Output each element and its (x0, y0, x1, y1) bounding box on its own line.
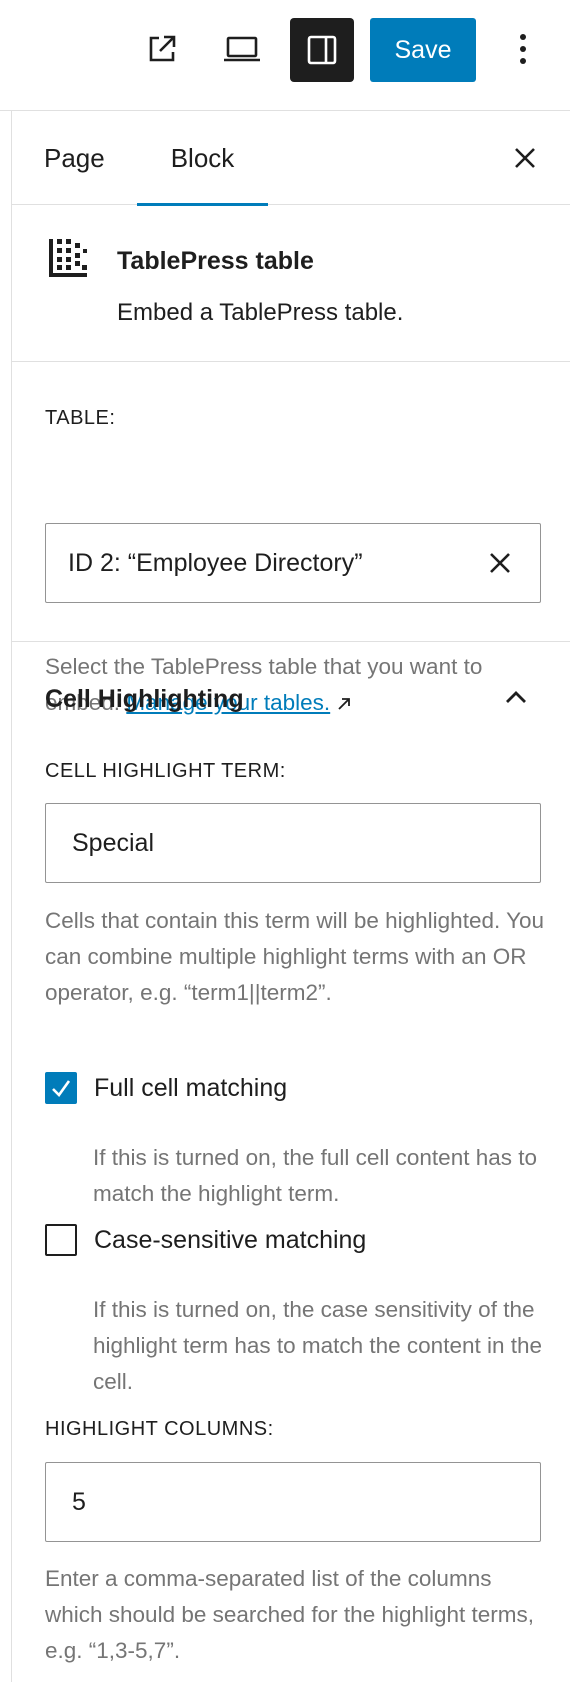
checkmark-icon (52, 1080, 71, 1098)
tablepress-icon (47, 237, 89, 279)
laptop-icon[interactable] (211, 18, 273, 80)
block-title: TablePress table (117, 247, 314, 275)
tab-page[interactable]: Page (44, 111, 105, 205)
case-sensitive-matching-label[interactable]: Case-sensitive matching (94, 1226, 366, 1255)
sidebar-icon[interactable] (290, 18, 354, 82)
cell-highlighting-panel: Cell Highlighting CELL HIGHLIGHT TERM: S… (12, 642, 570, 1682)
table-select-value: ID 2: “Employee Directory” (68, 548, 363, 577)
highlight-term-input[interactable]: Special (45, 803, 541, 883)
tab-block[interactable]: Block (137, 111, 268, 206)
save-button[interactable]: Save (370, 18, 476, 82)
external-link-icon[interactable] (131, 18, 193, 80)
case-sensitive-matching-checkbox[interactable] (45, 1224, 77, 1256)
table-select-field[interactable]: ID 2: “Employee Directory” (45, 523, 541, 603)
full-cell-matching-row[interactable]: Full cell matching (45, 1072, 287, 1104)
vertical-dots-icon[interactable] (493, 18, 553, 80)
block-card: TablePress table Embed a TablePress tabl… (12, 205, 570, 362)
block-description: Embed a TablePress table. (117, 299, 404, 326)
table-select-section: TABLE: ID 2: “Employee Directory” Select… (12, 362, 570, 715)
cell-highlighting-title[interactable]: Cell Highlighting (45, 685, 244, 714)
highlight-term-help: Cells that contain this term will be hig… (45, 908, 545, 1005)
close-icon[interactable] (508, 141, 542, 175)
highlight-columns-input[interactable]: 5 (45, 1462, 541, 1542)
tab-block-label: Block (170, 142, 235, 173)
highlight-columns-help: Enter a comma-separated list of the colu… (45, 1566, 535, 1663)
editor-toolbar: Save (0, 0, 570, 111)
chevron-up-icon[interactable] (501, 682, 531, 712)
full-cell-matching-help: If this is turned on, the full cell cont… (93, 1145, 538, 1206)
settings-sidebar: Page Block TablePress table Embed a Tabl… (11, 111, 570, 1682)
clear-selection-icon[interactable] (484, 547, 516, 579)
highlight-term-label: CELL HIGHLIGHT TERM: (45, 760, 286, 782)
full-cell-matching-label[interactable]: Full cell matching (94, 1074, 287, 1103)
sidebar-tabs: Page Block (12, 111, 570, 206)
full-cell-matching-checkbox[interactable] (45, 1072, 77, 1104)
case-sensitive-matching-help: If this is turned on, the case sensitivi… (93, 1297, 543, 1394)
case-sensitive-matching-row[interactable]: Case-sensitive matching (45, 1224, 366, 1256)
highlight-columns-value: 5 (72, 1487, 86, 1516)
highlight-term-value: Special (72, 828, 154, 857)
table-label: TABLE: (45, 407, 116, 429)
highlight-columns-label: HIGHLIGHT COLUMNS: (45, 1418, 274, 1440)
